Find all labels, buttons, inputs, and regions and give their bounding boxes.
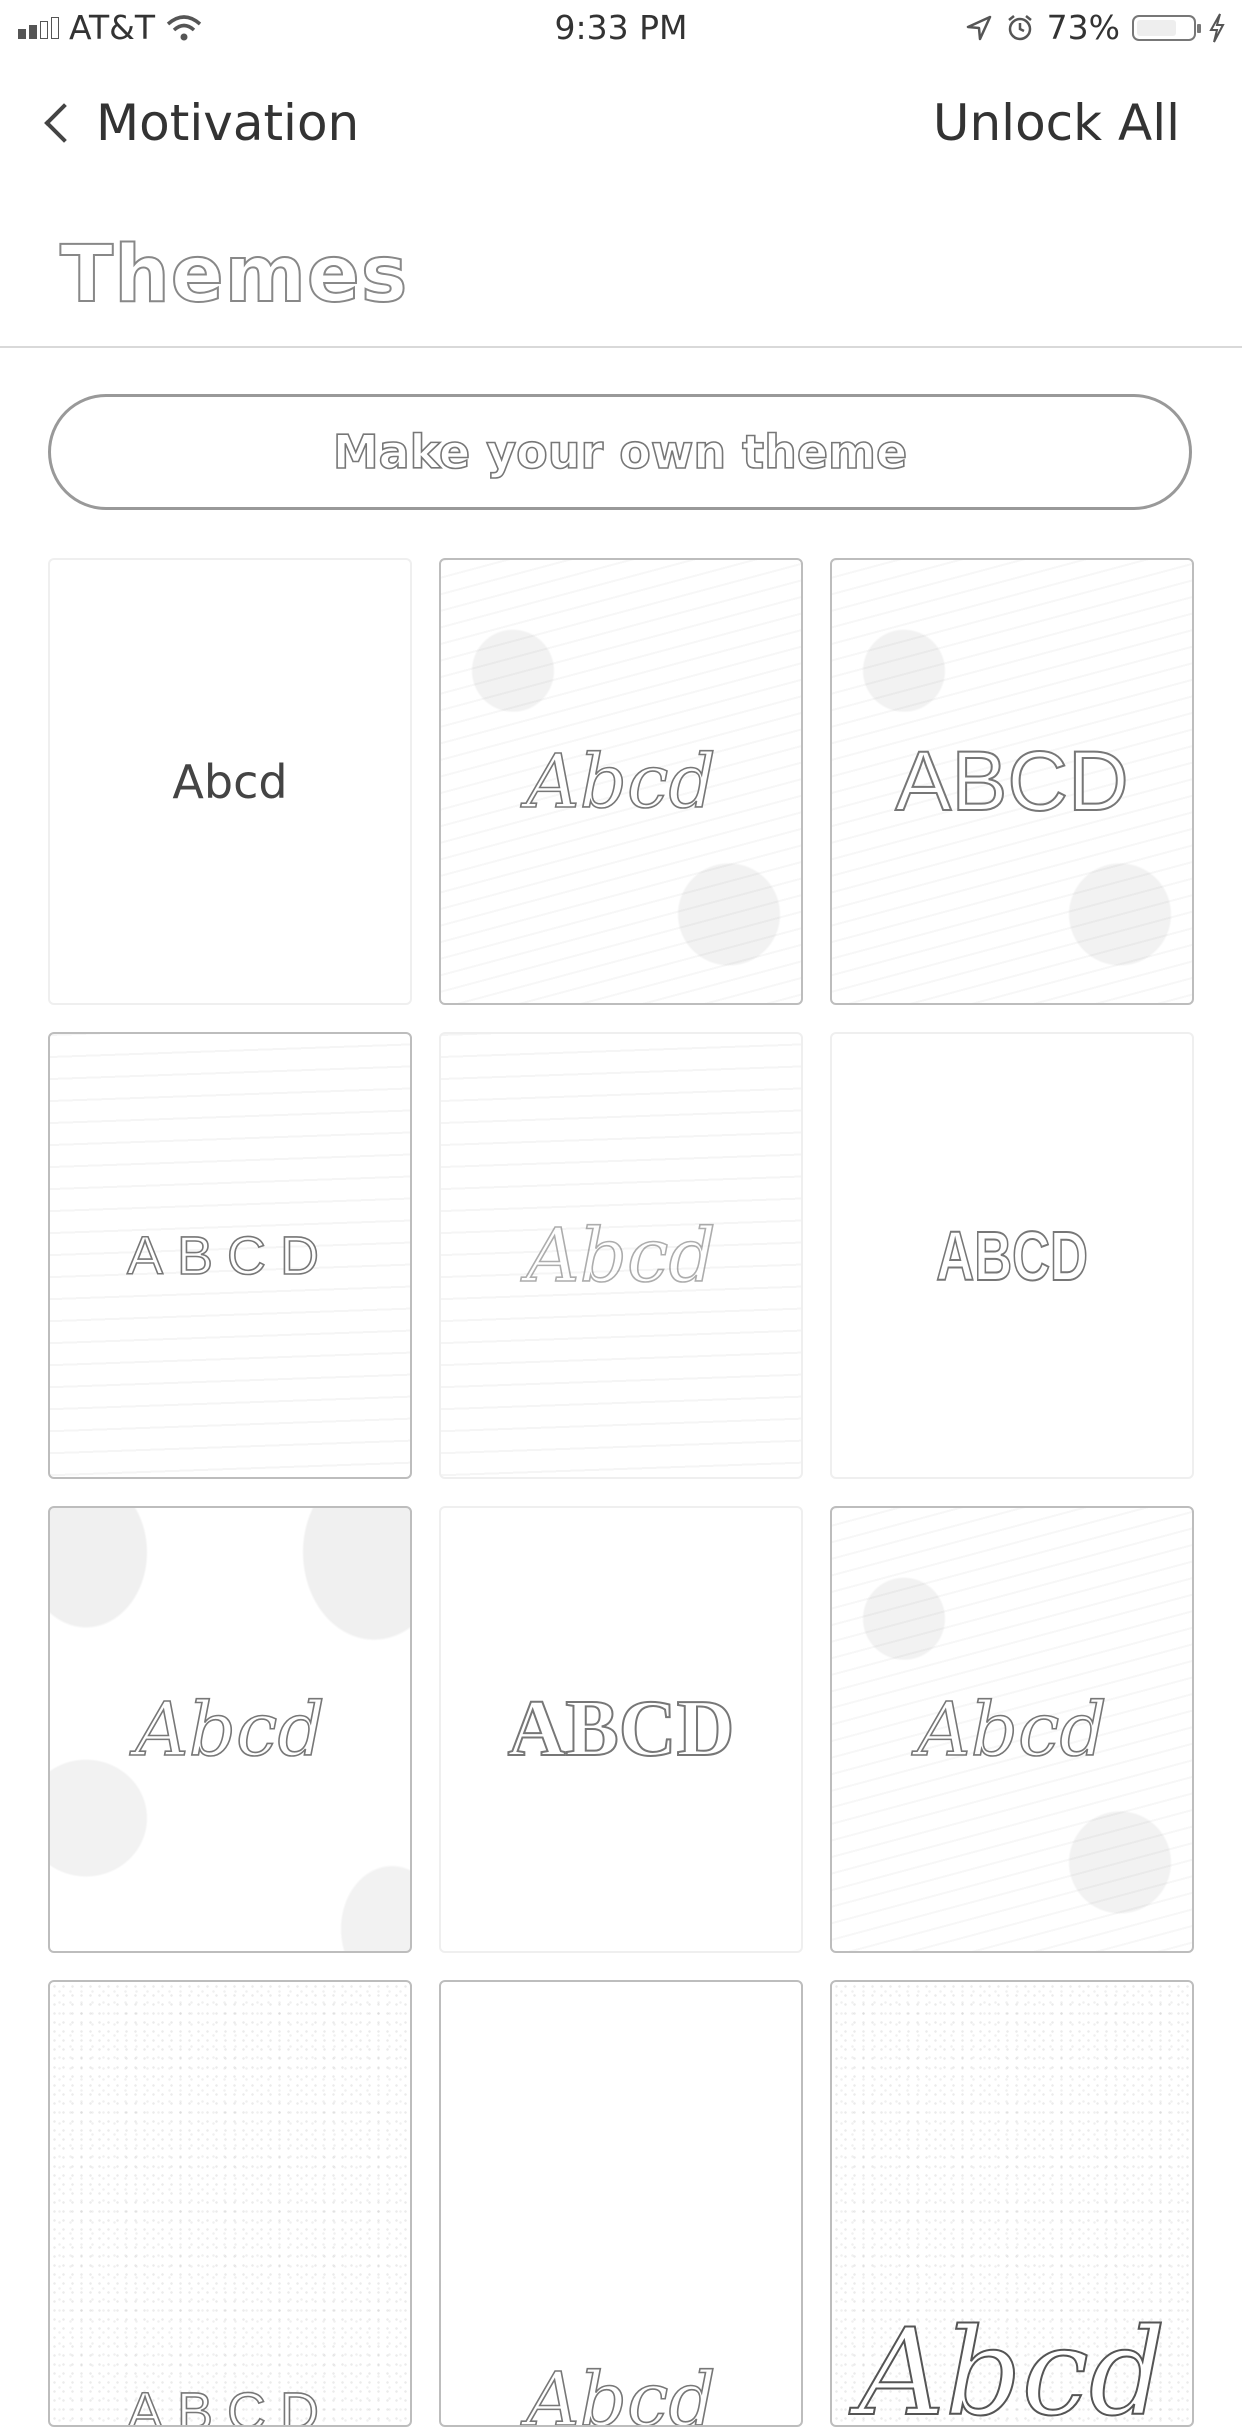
unlock-all-button[interactable]: Unlock All [933,94,1180,152]
theme-grid: Abcd Abcd ABCD ABCD Abcd ABCD Abcd ABCD … [48,558,1194,2427]
theme-card[interactable]: Abcd [48,1506,412,1953]
back-button[interactable]: Motivation [36,94,359,152]
theme-card[interactable]: ABCD [830,1032,1194,1479]
nav-bar: Motivation Unlock All [0,80,1242,170]
alarm-clock-icon [1007,14,1032,40]
battery-percent: 73% [1046,8,1120,47]
theme-card[interactable]: Abcd [830,1506,1194,1953]
theme-sample-text: Abcd [525,738,716,826]
theme-sample-text: Abcd [916,1686,1107,1774]
theme-card[interactable]: ABCD [439,1506,803,1953]
make-own-theme-button[interactable]: Make your own theme [48,394,1192,510]
charging-bolt-icon [1209,13,1225,42]
theme-card[interactable]: ABCD [48,1980,412,2427]
theme-sample-text: Abcd [525,2356,716,2427]
location-arrow-icon [966,15,991,40]
theme-sample-text: Abcd [857,2303,1167,2427]
theme-sample-text: Abcd [525,1212,716,1300]
divider [0,346,1242,348]
theme-card[interactable]: Abcd [830,1980,1194,2427]
status-right: 73% [965,8,1226,47]
page-title: Themes [59,229,409,321]
theme-sample-text: Abcd [134,1686,325,1774]
theme-sample-text: ABCD [894,733,1129,829]
theme-card[interactable]: ABCD [48,1032,412,1479]
theme-card[interactable]: Abcd [439,558,803,1005]
theme-sample-text: Abcd [172,754,288,809]
make-own-theme-label: Make your own theme [332,424,908,480]
theme-card[interactable]: Abcd [439,1032,803,1479]
chevron-left-icon [44,103,84,143]
status-bar: AT&T 9:33 PM 73% [0,0,1242,62]
theme-card[interactable]: ABCD [830,558,1194,1005]
theme-card[interactable]: Abcd [439,1980,803,2427]
theme-sample-text: ABCD [507,1684,736,1774]
theme-sample-text: ABCD [126,1225,334,1287]
theme-sample-text: ABCD [126,2381,334,2427]
theme-sample-text: ABCD [935,1216,1088,1296]
theme-card[interactable]: Abcd [48,558,412,1005]
battery-icon [1132,14,1201,41]
battery-fill [1137,19,1176,36]
back-label: Motivation [96,94,360,152]
